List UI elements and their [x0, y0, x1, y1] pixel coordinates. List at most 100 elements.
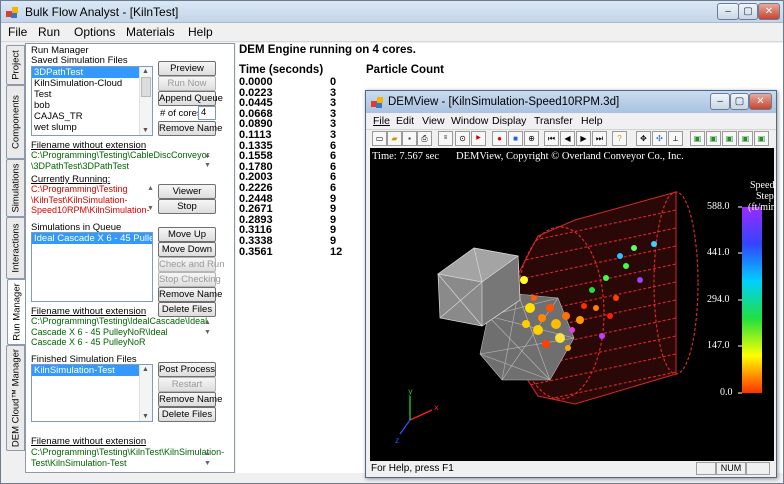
stop-button[interactable]: Stop — [158, 199, 216, 214]
color-icon[interactable]: ■ — [508, 131, 523, 146]
currently-running-path: C:\Programming\Testing \KilnTest\KilnSim… — [31, 184, 150, 215]
delete-files-button[interactable]: Delete Files — [158, 302, 216, 317]
demview-menu-edit[interactable]: Edit — [396, 115, 414, 127]
cores-input[interactable]: 4 — [198, 106, 216, 120]
scroll-down-icon[interactable]: ▼ — [204, 460, 211, 467]
viewer-button[interactable]: Viewer — [158, 184, 216, 199]
menu-file[interactable]: File — [8, 25, 27, 39]
demview-menu-window[interactable]: Window — [451, 115, 488, 127]
list-item[interactable]: Ideal Cascade X 6 - 45 PulleyNoR — [32, 233, 152, 244]
restart-button[interactable]: Restart — [158, 377, 216, 392]
view-right-icon[interactable]: ▣ — [738, 131, 753, 146]
remove-name-button[interactable]: Remove Name — [158, 121, 222, 136]
scroll-up-icon[interactable]: ▲ — [204, 450, 211, 457]
tab-components[interactable]: Components — [6, 85, 25, 159]
demview-close-button[interactable]: ✕ — [749, 93, 772, 110]
move-icon[interactable]: ✥ — [636, 131, 651, 146]
time-value: 0.3561 — [239, 245, 273, 258]
stop-checking-button[interactable]: Stop Checking — [158, 272, 221, 287]
demview-maximize-button[interactable]: ▢ — [730, 93, 749, 110]
rotate-icon[interactable]: ✣ — [652, 131, 667, 146]
scroll-down-icon[interactable]: ▼ — [204, 329, 211, 336]
scrollbar[interactable]: ▲ ▼ — [139, 67, 152, 135]
demview-window: DEMView - [KilnSimulation-Speed10RPM.3d]… — [365, 90, 777, 478]
list-item[interactable]: KilnSimulation-Test — [32, 365, 152, 376]
window-title: Bulk Flow Analyst - [KilnTest] — [25, 5, 179, 19]
maximize-button[interactable]: ▢ — [738, 3, 758, 20]
list-item[interactable]: KilnSimulation-Cloud — [32, 78, 152, 89]
demview-menu-transfer[interactable]: Transfer — [534, 115, 573, 127]
scroll-down-icon[interactable]: ▼ — [147, 205, 154, 212]
scrollbar[interactable]: ▲ ▼ — [139, 365, 152, 421]
finished-list[interactable]: KilnSimulation-Test ▲ ▼ — [31, 364, 153, 422]
move-up-button[interactable]: Move Up — [158, 227, 216, 242]
play-icon[interactable]: ▶ — [471, 131, 486, 146]
stop-record-icon[interactable]: ● — [492, 131, 507, 146]
check-and-run-button[interactable]: Check and Run — [158, 257, 224, 272]
scroll-down-icon[interactable]: ▼ — [142, 413, 149, 420]
target-icon[interactable]: ⊕ — [524, 131, 539, 146]
help-icon[interactable]: ? — [612, 131, 627, 146]
list-item[interactable]: CAJAS_TR — [32, 111, 152, 122]
demview-menu-help[interactable]: Help — [581, 115, 603, 127]
menu-run[interactable]: Run — [38, 25, 60, 39]
scroll-down-icon[interactable]: ▼ — [142, 127, 149, 134]
last-frame-icon[interactable]: ⏭ — [592, 131, 607, 146]
scroll-up-icon[interactable]: ▲ — [142, 366, 149, 373]
list-item[interactable]: wet slump — [32, 122, 152, 133]
save-icon[interactable]: ▪ — [402, 131, 417, 146]
first-frame-icon[interactable]: ⏮ — [544, 131, 559, 146]
post-process-button[interactable]: Post Process — [158, 362, 216, 377]
list-item[interactable]: Test — [32, 89, 152, 100]
queue-list[interactable]: Ideal Cascade X 6 - 45 PulleyNoR — [31, 232, 153, 302]
scroll-down-icon[interactable]: ▼ — [204, 162, 211, 169]
tab-interactions[interactable]: Interactions — [6, 217, 25, 279]
demview-minimize-button[interactable]: – — [710, 93, 730, 110]
num-lock-indicator: NUM — [716, 462, 746, 475]
view-left-icon[interactable]: ▣ — [722, 131, 737, 146]
view-front-icon[interactable]: ▣ — [690, 131, 705, 146]
open-folder-icon[interactable]: ▰ — [387, 131, 402, 146]
count-value: 9 — [330, 234, 337, 247]
export-icon[interactable]: ≡ — [438, 131, 453, 146]
scroll-up-icon[interactable]: ▲ — [204, 152, 211, 159]
next-frame-icon[interactable]: ▶ — [576, 131, 591, 146]
run-now-button[interactable]: Run Now — [158, 76, 216, 91]
append-queue-button[interactable]: Append Queue — [158, 91, 223, 106]
tab-project[interactable]: Project — [6, 45, 25, 85]
scroll-up-icon[interactable]: ▲ — [147, 185, 154, 192]
move-down-button[interactable]: Move Down — [158, 242, 216, 257]
cores-label: # of cores — [160, 108, 202, 119]
svg-text:x: x — [434, 403, 439, 412]
record-icon[interactable]: ⊙ — [455, 131, 470, 146]
remove-name-button[interactable]: Remove Name — [158, 287, 222, 302]
scroll-up-icon[interactable]: ▲ — [204, 319, 211, 326]
remove-name-button[interactable]: Remove Name — [158, 392, 222, 407]
new-file-icon[interactable]: ▭ — [372, 131, 387, 146]
demview-menu-display[interactable]: Display — [492, 115, 526, 127]
scroll-thumb[interactable] — [141, 77, 151, 97]
saved-files-list[interactable]: 3DPathTest KilnSimulation-Cloud Test bob… — [31, 66, 153, 136]
view-top-icon[interactable]: ▣ — [754, 131, 769, 146]
print-icon[interactable]: ⎙ — [417, 131, 432, 146]
tab-dem-cloud-manager[interactable]: DEM Cloud™ Manager — [6, 345, 25, 451]
tab-run-manager[interactable]: Run Manager — [7, 279, 26, 345]
list-item[interactable]: bob — [32, 100, 152, 111]
demview-viewport[interactable]: Time: 7.567 sec DEMView, Copyright © Ove… — [370, 148, 774, 461]
tab-simulations[interactable]: Simulations — [6, 159, 25, 217]
demview-menu-file[interactable]: File — [373, 115, 390, 127]
list-item[interactable]: 3DPathTest — [32, 67, 152, 78]
delete-files-button[interactable]: Delete Files — [158, 407, 216, 422]
close-button[interactable]: ✕ — [758, 3, 780, 20]
axes-icon[interactable]: ⟂ — [668, 131, 683, 146]
previous-frame-icon[interactable]: ◀ — [560, 131, 575, 146]
menu-options[interactable]: Options — [74, 25, 115, 39]
filename-label: Filename without extension — [31, 436, 147, 447]
scroll-up-icon[interactable]: ▲ — [142, 68, 149, 75]
menu-help[interactable]: Help — [188, 25, 213, 39]
demview-menu-view[interactable]: View — [422, 115, 445, 127]
menu-materials[interactable]: Materials — [126, 25, 175, 39]
preview-button[interactable]: Preview — [158, 61, 216, 76]
minimize-button[interactable]: – — [717, 3, 739, 20]
view-back-icon[interactable]: ▣ — [706, 131, 721, 146]
